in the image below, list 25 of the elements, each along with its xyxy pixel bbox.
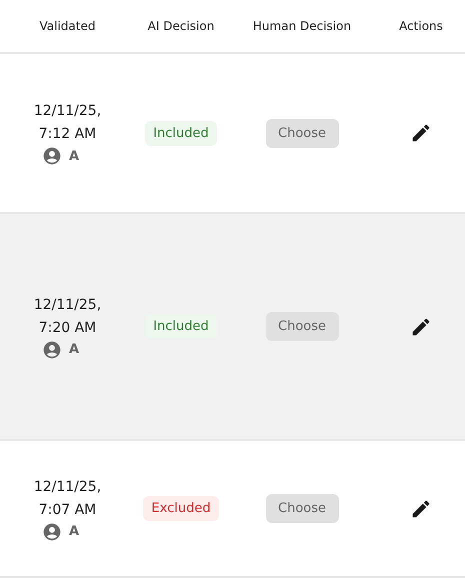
edit-button[interactable] bbox=[410, 122, 432, 144]
column-header: AI Decision bbox=[148, 19, 214, 33]
column-header: Validated bbox=[40, 19, 96, 33]
user-initial: A bbox=[68, 148, 80, 164]
user-initial: A bbox=[68, 524, 80, 539]
decision-badge: Included bbox=[145, 314, 217, 339]
validated-date: 12/11/25, 7:07 AM bbox=[32, 478, 102, 520]
user-initial: A bbox=[68, 342, 80, 357]
decision-badge: Included bbox=[145, 120, 217, 146]
column-header: Human Decision bbox=[252, 19, 352, 33]
edit-button[interactable] bbox=[410, 498, 432, 520]
user-icon bbox=[42, 146, 62, 166]
edit-button[interactable] bbox=[410, 316, 432, 338]
validated-date: 12/11/25, 7:12 AM bbox=[32, 102, 102, 144]
user-icon bbox=[42, 522, 62, 542]
decision-select[interactable]: Choose bbox=[266, 312, 338, 341]
pencil-icon bbox=[410, 498, 432, 520]
pencil-icon bbox=[410, 122, 432, 144]
decision-select[interactable]: Choose bbox=[266, 494, 338, 523]
user-icon bbox=[42, 340, 62, 360]
column-header: Actions bbox=[399, 19, 443, 33]
pencil-icon bbox=[410, 316, 432, 338]
decision-select[interactable]: Choose bbox=[266, 118, 338, 148]
validated-date: 12/11/25, 7:20 AM bbox=[32, 296, 102, 338]
decision-badge: Excluded bbox=[143, 496, 219, 521]
